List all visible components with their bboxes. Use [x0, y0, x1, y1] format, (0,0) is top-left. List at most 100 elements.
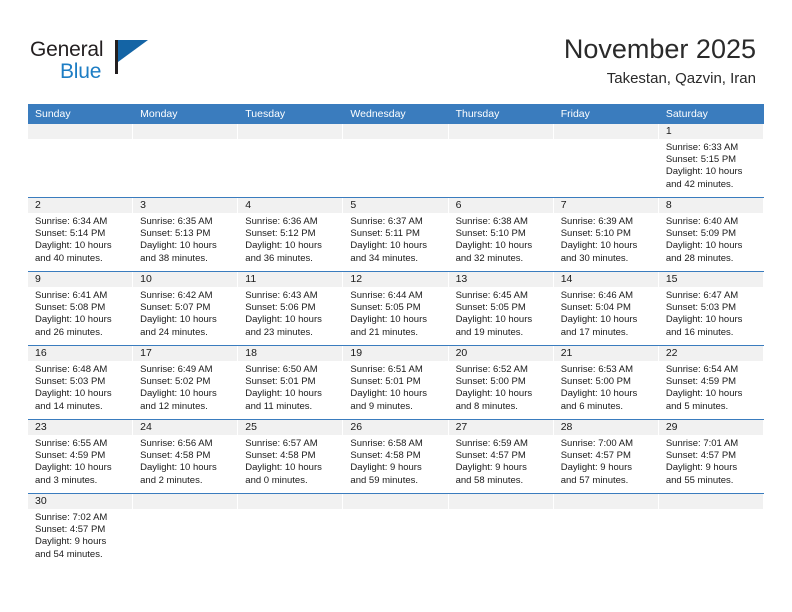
- day-number-band: 21: [553, 346, 658, 361]
- day-info-line: Sunset: 5:00 PM: [455, 376, 526, 388]
- day-number: 23: [35, 421, 47, 433]
- day-cell-22[interactable]: 22 Sunrise: 6:54 AM Sunset: 4:59 PM Dayligh…: [658, 346, 764, 419]
- day-number: 21: [560, 347, 573, 359]
- day-number: 27: [455, 421, 468, 433]
- day-cell-11[interactable]: 11 Sunrise: 6:43 AM Sunset: 5:06 PM Dayligh…: [238, 272, 344, 345]
- day-cell-3[interactable]: 3 Sunrise: 6:35 AM Sunset: 5:13 PM Daylight…: [133, 198, 239, 271]
- day-cell-7[interactable]: 7 Sunrise: 6:39 AM Sunset: 5:10 PM Daylight…: [553, 198, 659, 271]
- day-info: [133, 509, 238, 512]
- day-cell-15[interactable]: 15 Sunrise: 6:47 AM Sunset: 5:03 PM Dayligh…: [658, 272, 764, 345]
- day-number: 22: [665, 347, 678, 359]
- day-number: 5: [350, 199, 357, 211]
- general-blue-logo[interactable]: General Blue: [30, 38, 210, 90]
- day-info-line: Sunset: 4:57 PM: [35, 524, 106, 536]
- day-cell-4[interactable]: 4 Sunrise: 6:36 AM Sunset: 5:12 PM Daylight…: [238, 198, 344, 271]
- day-info-line: Daylight: 10 hours: [35, 388, 112, 400]
- day-cell-23[interactable]: 23 Sunrise: 6:55 AM Sunset: 4:59 PM Dayligh…: [28, 420, 134, 493]
- day-cell-29[interactable]: 29 Sunrise: 7:01 AM Sunset: 4:57 PM Dayligh…: [658, 420, 764, 493]
- day-cell-10[interactable]: 10 Sunrise: 6:42 AM Sunset: 5:07 PM Dayligh…: [133, 272, 239, 345]
- day-cell-12[interactable]: 12 Sunrise: 6:44 AM Sunset: 5:05 PM Dayligh…: [343, 272, 449, 345]
- day-cell-24[interactable]: 24 Sunrise: 6:56 AM Sunset: 4:58 PM Dayligh…: [133, 420, 239, 493]
- day-info-line: Sunrise: 6:44 AM: [350, 290, 423, 301]
- day-info: Sunrise: 6:53 AM Sunset: 5:00 PM Daylight:…: [554, 361, 659, 413]
- day-number: 12: [350, 273, 363, 285]
- day-number-band: 11: [238, 272, 343, 287]
- day-info: Sunrise: 7:00 AM Sunset: 4:57 PM Daylight:…: [554, 435, 659, 487]
- day-info-line: Daylight: 9 hours: [455, 462, 527, 474]
- day-number-band: 17: [133, 346, 238, 361]
- day-cell-1[interactable]: 1 Sunrise: 6:33 AM Sunset: 5:15 PM Daylight…: [658, 124, 764, 197]
- day-cell-6[interactable]: 6 Sunrise: 6:38 AM Sunset: 5:10 PM Daylight…: [448, 198, 554, 271]
- day-info: Sunrise: 6:37 AM Sunset: 5:11 PM Daylight:…: [343, 213, 448, 265]
- day-cell-8[interactable]: 8 Sunrise: 6:40 AM Sunset: 5:09 PM Daylight…: [658, 198, 764, 271]
- day-info-line: and 0 minutes.: [245, 474, 308, 486]
- day-info-line: Sunrise: 6:37 AM: [350, 216, 423, 227]
- day-cell-empty: [448, 494, 554, 574]
- day-number: 8: [665, 199, 672, 211]
- day-info-line: Daylight: 10 hours: [245, 462, 322, 474]
- day-number-band: 4: [238, 198, 343, 213]
- day-cell-19[interactable]: 19 Sunrise: 6:51 AM Sunset: 5:01 PM Dayligh…: [343, 346, 449, 419]
- day-info-line: Sunrise: 7:00 AM: [560, 438, 634, 449]
- day-cell-28[interactable]: 28 Sunrise: 7:00 AM Sunset: 4:57 PM Dayligh…: [553, 420, 659, 493]
- day-info: [133, 139, 238, 142]
- day-cell-18[interactable]: 18 Sunrise: 6:50 AM Sunset: 5:01 PM Dayligh…: [238, 346, 344, 419]
- day-info-line: Daylight: 10 hours: [455, 388, 533, 400]
- day-info-line: Sunset: 4:58 PM: [140, 450, 211, 462]
- day-number-band: 30: [28, 494, 133, 509]
- day-cell-13[interactable]: 13 Sunrise: 6:45 AM Sunset: 5:05 PM Dayligh…: [448, 272, 554, 345]
- logo-flag-icon: [118, 40, 148, 62]
- day-cell-empty: [343, 494, 449, 574]
- day-cell-30[interactable]: 30 Sunrise: 7:02 AM Sunset: 4:57 PM Dayligh…: [28, 494, 134, 574]
- day-number-band: 9: [28, 272, 133, 287]
- weekday-header-row: Sunday Monday Tuesday Wednesday Thursday Frid…: [28, 104, 764, 124]
- day-info-line: Sunrise: 6:54 AM: [665, 364, 739, 375]
- day-cell-25[interactable]: 25 Sunrise: 6:57 AM Sunset: 4:58 PM Dayligh…: [238, 420, 344, 493]
- day-cell-empty: [553, 124, 659, 197]
- day-info-line: Daylight: 10 hours: [665, 314, 743, 326]
- day-info-line: Daylight: 10 hours: [245, 314, 322, 326]
- day-info-line: Sunrise: 6:43 AM: [245, 290, 318, 301]
- weekday-header-wednesday: Wednesday: [350, 108, 406, 120]
- day-cell-2[interactable]: 2 Sunrise: 6:34 AM Sunset: 5:14 PM Daylight…: [28, 198, 134, 271]
- day-info-line: and 24 minutes.: [140, 326, 208, 338]
- title-block: November 2025 Takestan, Qazvin, Iran: [564, 32, 756, 90]
- day-info-line: Sunset: 5:01 PM: [350, 376, 421, 388]
- day-cell-26[interactable]: 26 Sunrise: 6:58 AM Sunset: 4:58 PM Dayligh…: [343, 420, 449, 493]
- day-number: 20: [455, 347, 468, 359]
- day-info: Sunrise: 6:38 AM Sunset: 5:10 PM Daylight:…: [449, 213, 554, 265]
- day-number-band: 25: [238, 420, 343, 435]
- day-info-line: and 2 minutes.: [140, 474, 203, 486]
- day-cell-21[interactable]: 21 Sunrise: 6:53 AM Sunset: 5:00 PM Dayligh…: [553, 346, 659, 419]
- day-info-line: Daylight: 10 hours: [140, 314, 217, 326]
- day-cell-27[interactable]: 27 Sunrise: 6:59 AM Sunset: 4:57 PM Dayligh…: [448, 420, 554, 493]
- day-info-line: and 32 minutes.: [455, 252, 524, 264]
- day-number-band: 13: [448, 272, 553, 287]
- page-title: November 2025: [563, 34, 756, 64]
- day-cell-9[interactable]: 9 Sunrise: 6:41 AM Sunset: 5:08 PM Daylight…: [28, 272, 134, 345]
- day-cell-17[interactable]: 17 Sunrise: 6:49 AM Sunset: 5:02 PM Dayligh…: [133, 346, 239, 419]
- day-info: Sunrise: 6:54 AM Sunset: 4:59 PM Daylight:…: [659, 361, 764, 413]
- day-number-band: 7: [553, 198, 658, 213]
- day-number-band: [28, 124, 133, 139]
- day-number: 15: [665, 273, 678, 285]
- day-info: Sunrise: 6:47 AM Sunset: 5:03 PM Daylight:…: [659, 287, 764, 339]
- day-info-line: Sunset: 5:10 PM: [455, 228, 526, 240]
- day-cell-20[interactable]: 20 Sunrise: 6:52 AM Sunset: 5:00 PM Dayligh…: [448, 346, 554, 419]
- day-info-line: Sunset: 4:58 PM: [245, 450, 316, 462]
- day-cell-14[interactable]: 14 Sunrise: 6:46 AM Sunset: 5:04 PM Dayligh…: [553, 272, 659, 345]
- day-info: Sunrise: 6:56 AM Sunset: 4:58 PM Daylight:…: [133, 435, 238, 487]
- day-info-line: Sunrise: 6:58 AM: [350, 438, 423, 449]
- day-info-line: Daylight: 10 hours: [140, 388, 217, 400]
- day-cell-5[interactable]: 5 Sunrise: 6:37 AM Sunset: 5:11 PM Daylight…: [343, 198, 449, 271]
- day-number: 6: [455, 199, 462, 211]
- day-info-line: Sunset: 5:13 PM: [140, 228, 211, 240]
- day-cell-16[interactable]: 16 Sunrise: 6:48 AM Sunset: 5:03 PM Dayligh…: [28, 346, 134, 419]
- day-number-band: 28: [553, 420, 658, 435]
- day-info: Sunrise: 6:45 AM Sunset: 5:05 PM Daylight:…: [449, 287, 554, 339]
- calendar-week-row: 23 Sunrise: 6:55 AM Sunset: 4:59 PM Dayligh…: [28, 419, 764, 493]
- day-number-band: 6: [448, 198, 553, 213]
- day-info: Sunrise: 6:59 AM Sunset: 4:57 PM Daylight:…: [449, 435, 554, 487]
- page-header: General Blue November 2025 Takestan, Qaz…: [0, 0, 792, 100]
- day-info-line: Sunrise: 6:47 AM: [665, 290, 739, 301]
